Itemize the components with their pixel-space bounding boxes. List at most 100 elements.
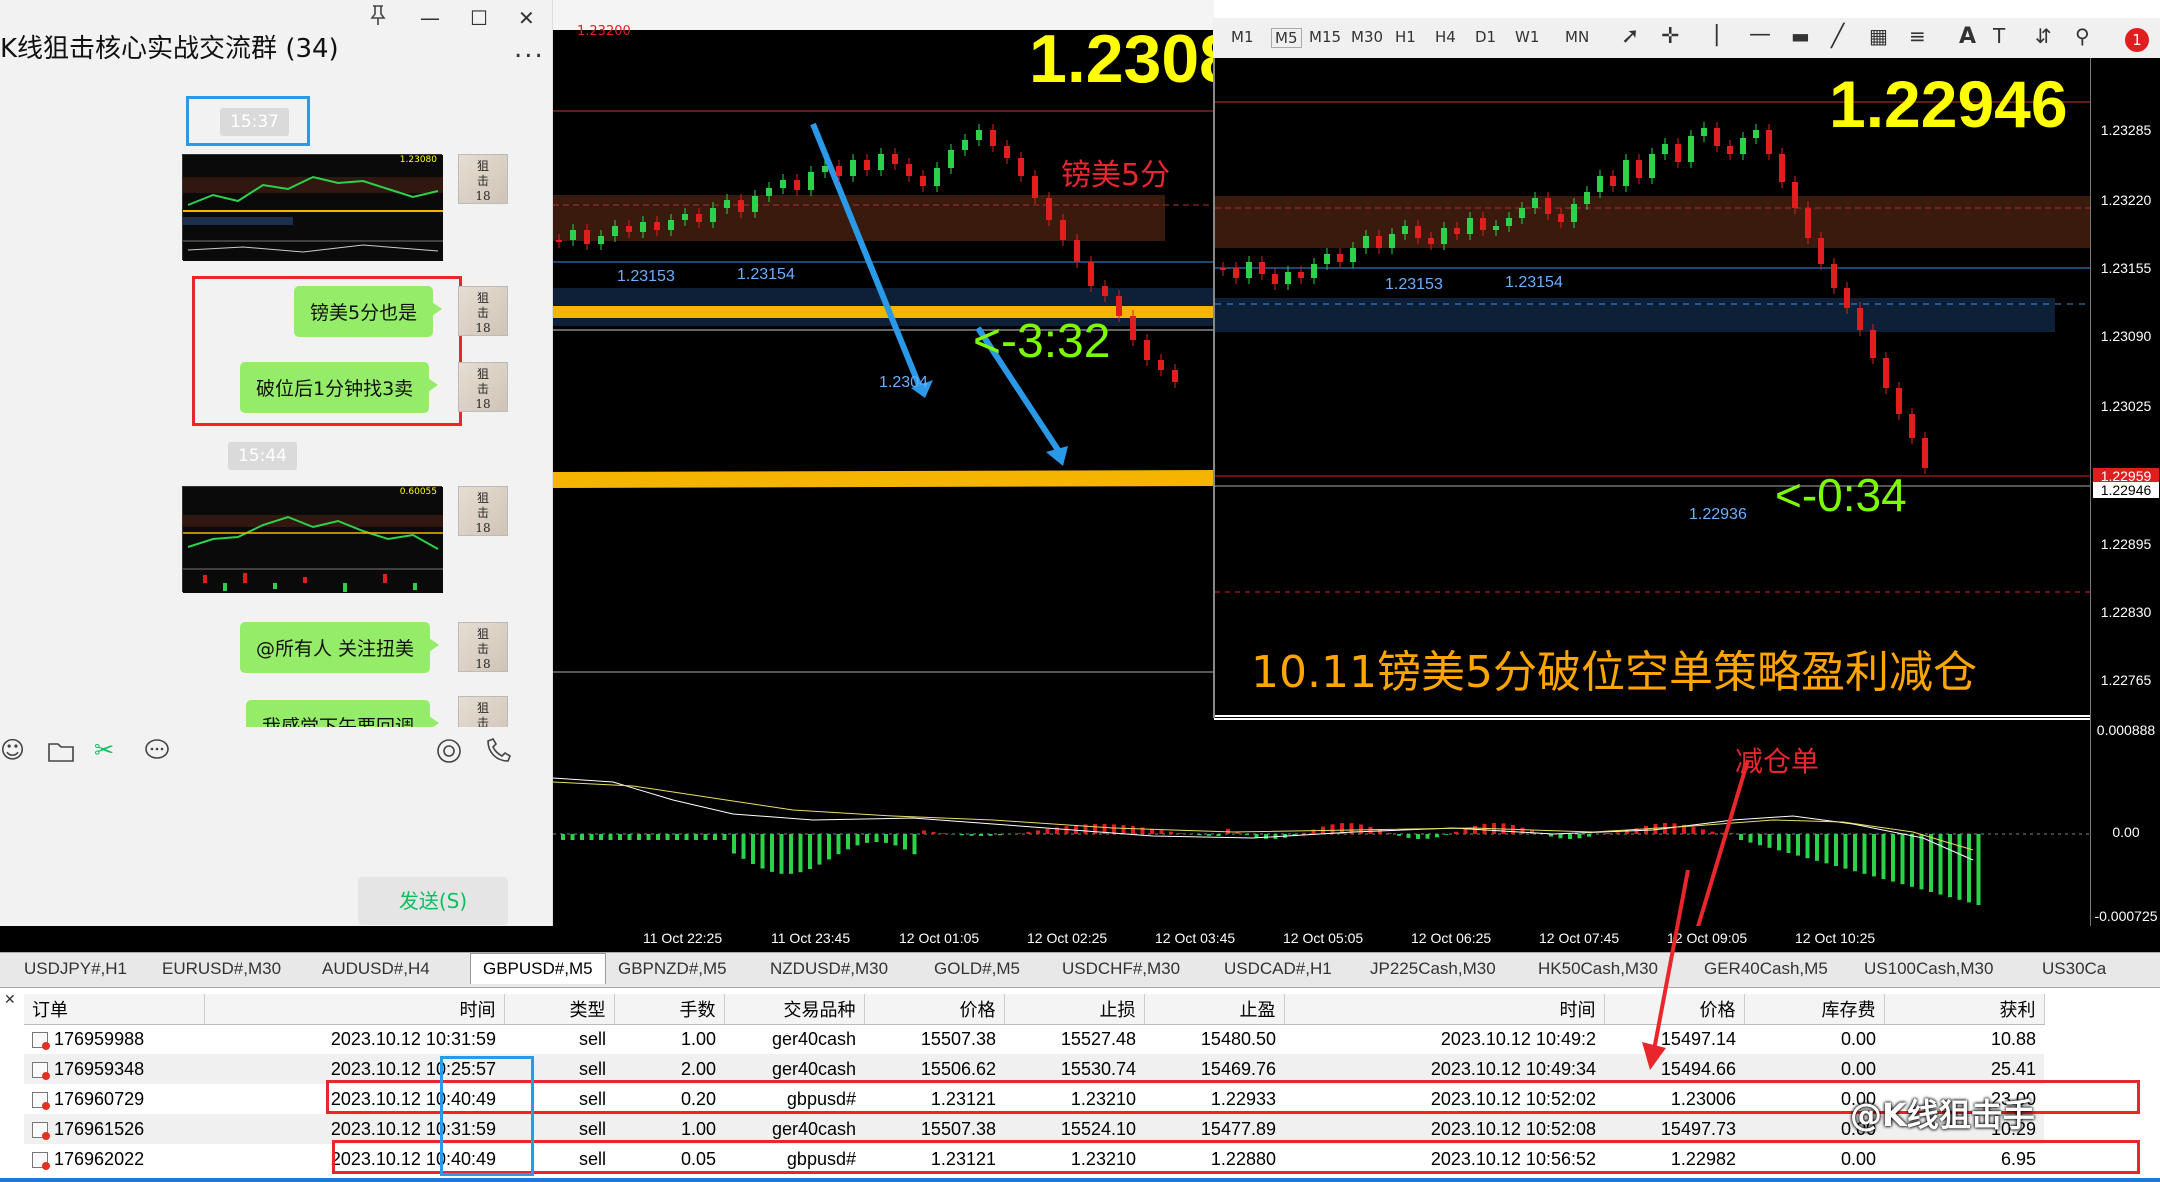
candle-body [1046, 198, 1052, 220]
text-icon[interactable]: A [1959, 24, 1976, 49]
channel-icon[interactable]: ▦ [1869, 24, 1888, 48]
chart-image-message[interactable]: 0.60055 [182, 486, 443, 593]
message-bubble[interactable]: 我感觉下午要回调 [246, 700, 440, 727]
avatar[interactable]: 狙击18 [458, 486, 508, 536]
emoji-icon[interactable]: ☺ [0, 736, 25, 764]
horizontal-line-icon[interactable]: — [1749, 22, 1771, 47]
tab-usdjpy-h1[interactable]: USDJPY#,H1 [24, 959, 127, 979]
time-axis[interactable]: 11 Oct 22:25 11 Oct 23:45 12 Oct 01:05 12 O… [0, 926, 2160, 952]
candle-body [1597, 176, 1603, 192]
candle-body [1558, 214, 1564, 222]
crosshair-icon[interactable]: ✛ [1661, 24, 1679, 49]
macd-bar [1805, 834, 1810, 859]
timeframe-m5[interactable]: M5 [1271, 28, 1302, 48]
tab-gbpusd-m5[interactable]: GBPUSD#,M5 [470, 953, 606, 984]
annotation-box-order [332, 1140, 2140, 1174]
avatar[interactable]: 狙击18 [458, 154, 508, 204]
tab-us30ca[interactable]: US30Ca [2042, 959, 2106, 979]
message-bubble[interactable]: 镑美5分也是 [294, 286, 443, 337]
timeframe-m15[interactable]: M15 [1309, 28, 1341, 46]
message-bubble[interactable]: @所有人 关注扭美 [240, 622, 440, 673]
macd-bar [1615, 832, 1620, 834]
low-label: 1.2304 [879, 374, 928, 391]
tab-usdchf-m30[interactable]: USDCHF#,M30 [1062, 959, 1180, 979]
macd-bar [998, 834, 1002, 836]
macd-bar [589, 834, 594, 840]
timeframe-h4[interactable]: H4 [1435, 28, 1456, 46]
column-header[interactable]: 获利 [1884, 994, 2045, 1025]
notification-badge[interactable]: 1 [2125, 28, 2149, 52]
timeframe-m1[interactable]: M1 [1231, 28, 1254, 46]
column-header[interactable]: 交易品种 [724, 994, 865, 1025]
timeframe-h1[interactable]: H1 [1395, 28, 1416, 46]
message-list[interactable]: 15:37 1.23080 狙击 18 镑美5分也是 狙击 18 破位后1分钟找3卖… [0, 82, 553, 727]
cursor-icon[interactable]: ➚ [1621, 24, 1639, 49]
macd-bar [675, 834, 679, 840]
tab-eurusd-m30[interactable]: EURUSD#,M30 [162, 959, 281, 979]
tab-jp225cash-m30[interactable]: JP225Cash,M30 [1370, 959, 1496, 979]
candle-body [1779, 154, 1785, 182]
column-header[interactable]: 时间 [204, 994, 505, 1025]
table-row[interactable]: 176959988 2023.10.12 10:31:59 sell 1.00 ger4… [24, 1024, 2044, 1054]
vertical-line-icon[interactable]: | [1713, 22, 1720, 47]
message-bubble[interactable]: 破位后1分钟找3卖 [240, 362, 439, 413]
annotation-box-time [440, 1056, 534, 1176]
scissors-icon[interactable]: ✂ [94, 736, 114, 764]
folder-icon[interactable] [48, 740, 74, 762]
macd-bar [846, 834, 850, 850]
arrows-icon[interactable]: ⇵ [2035, 24, 2052, 48]
search-icon[interactable]: ⚲ [2075, 24, 2090, 48]
watermark: @K线狙击手 [1850, 1096, 2035, 1134]
column-header[interactable]: 类型 [504, 994, 615, 1025]
text-label-icon[interactable]: T [1993, 24, 2005, 48]
timeframe-m30[interactable]: M30 [1351, 28, 1383, 46]
close-panel-icon[interactable]: ✕ [4, 992, 16, 1008]
timeframe-w1[interactable]: W1 [1515, 28, 1539, 46]
candle-body [1088, 262, 1094, 286]
column-header[interactable]: 订单 [24, 994, 205, 1025]
minimize-icon[interactable]: — [420, 6, 440, 30]
send-button[interactable]: 发送(S) [358, 877, 508, 925]
timeframe-d1[interactable]: D1 [1475, 28, 1496, 46]
avatar[interactable]: 狙击18 [458, 362, 508, 412]
tab-usdcad-h1[interactable]: USDCAD#,H1 [1224, 959, 1332, 979]
chart-right[interactable]: 1.22946 1.23153 1.23154 1.22936 <-0:34 1… [1213, 58, 2092, 718]
macd-tick: 0.00 [2112, 824, 2140, 840]
candle-body [1074, 240, 1080, 262]
fibonacci-icon[interactable]: ≡ [1909, 24, 1926, 48]
chat-history-icon[interactable] [144, 738, 170, 762]
column-header[interactable]: 时间 [1284, 994, 1605, 1025]
more-menu-icon[interactable]: ... [514, 34, 545, 64]
column-header[interactable]: 止损 [1004, 994, 1145, 1025]
candle-body [1662, 144, 1668, 154]
close-icon[interactable]: ✕ [518, 6, 535, 30]
table-cell: 10.88 [1990, 1028, 2036, 1049]
tab-nzdusd-m30[interactable]: NZDUSD#,M30 [770, 959, 888, 979]
avatar[interactable]: 狙击18 [458, 622, 508, 672]
call-icon[interactable] [484, 738, 512, 764]
timeframe-mn[interactable]: MN [1565, 28, 1589, 46]
macd-bar [1416, 834, 1420, 839]
tab-audusd-h4[interactable]: AUDUSD#,H4 [322, 959, 430, 979]
tab-gbpnzd-m5[interactable]: GBPNZD#,M5 [618, 959, 727, 979]
column-header[interactable]: 价格 [864, 994, 1005, 1025]
chart-image-message[interactable]: 1.23080 [182, 154, 443, 261]
column-header[interactable]: 库存费 [1744, 994, 1885, 1025]
chart-left[interactable]: 1.23200 1.2308 镑美5分 1.23153 1.23154 1.23… [552, 0, 1237, 781]
pin-icon[interactable] [368, 4, 388, 26]
avatar[interactable]: 狙击18 [458, 286, 508, 336]
trendline-icon[interactable]: ╱ [1831, 24, 1844, 49]
column-header[interactable]: 止盈 [1144, 994, 1285, 1025]
price-scale[interactable]: 1.23285 1.23220 1.23155 1.23090 1.23025 … [2090, 58, 2160, 926]
tab-gold-m5[interactable]: GOLD#,M5 [934, 959, 1020, 979]
candle-body [878, 154, 884, 170]
maximize-icon[interactable]: ☐ [470, 6, 488, 30]
tab-ger40cash-m5[interactable]: GER40Cash,M5 [1704, 959, 1828, 979]
macd-bar [1587, 834, 1591, 837]
avatar[interactable]: 狙击18 [458, 696, 508, 727]
macd-panel[interactable]: 减仓单 [552, 720, 2090, 1061]
rectangle-icon[interactable]: ▬ [1791, 24, 1810, 48]
column-header[interactable]: 手数 [614, 994, 725, 1025]
live-icon[interactable] [436, 738, 462, 764]
tab-us100cash-m30[interactable]: US100Cash,M30 [1864, 959, 1993, 979]
